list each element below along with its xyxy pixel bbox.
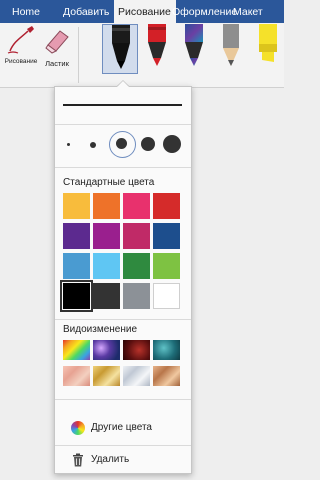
color-swatch[interactable] [153,253,180,279]
thickness-option[interactable] [141,137,155,151]
texture-ocean[interactable] [153,340,180,360]
draw-tool-label: Рисование [4,58,38,65]
thickness-preview-line [63,104,182,106]
color-swatch[interactable] [123,223,150,249]
color-swatch[interactable] [93,253,120,279]
tab-label: Home [12,6,41,18]
standard-colors-title: Стандартные цвета [63,177,155,188]
pencil-gray[interactable] [213,24,249,74]
texture-lava[interactable] [123,340,150,360]
highlighter-icon [259,24,277,62]
pen-black[interactable] [102,24,138,74]
pen-options-popup: Стандартные цвета Видоизменение Другие ц… [54,86,192,474]
thickness-option-selected[interactable] [116,138,127,149]
more-colors-button[interactable]: Другие цвета [55,417,191,441]
tab-insert[interactable]: Добавить [63,0,115,23]
tab-label: Рисование [118,6,171,18]
color-swatch[interactable] [63,223,90,249]
trash-icon [73,453,83,467]
ribbon-tab-bar: Home Добавить Рисование Оформление Макет [0,0,284,23]
pen-galaxy[interactable] [176,24,212,74]
pen-icon [185,24,203,66]
thickness-option[interactable] [163,135,181,153]
textures-title: Видоизменение [63,324,138,335]
highlighter-yellow[interactable] [250,24,286,74]
color-swatch[interactable] [123,253,150,279]
ribbon-separator [78,27,79,83]
more-colors-label: Другие цвета [91,422,152,433]
color-swatch[interactable] [63,193,90,219]
tab-design[interactable]: Оформление [172,0,238,23]
divider [55,399,191,400]
color-swatch[interactable] [153,283,180,309]
eraser-tool-button[interactable]: Ластик [38,23,76,87]
divider [55,319,191,320]
texture-rainbow[interactable] [63,340,90,360]
popup-arrow-fill [117,81,129,87]
delete-button[interactable]: Удалить [55,449,191,473]
texture-galaxy[interactable] [93,340,120,360]
divider [55,445,191,446]
color-swatch[interactable] [123,283,150,309]
texture-rose-gold[interactable] [63,366,90,386]
draw-tool-button[interactable]: Рисование [2,23,40,87]
ribbon: Рисование Ластик [0,23,284,88]
color-swatch[interactable] [153,193,180,219]
color-swatch[interactable] [123,193,150,219]
pen-icon [112,25,130,69]
texture-bronze[interactable] [153,366,180,386]
texture-silver[interactable] [123,366,150,386]
color-wheel-icon [71,421,85,435]
divider [55,124,191,125]
tab-draw[interactable]: Рисование [114,0,176,23]
color-swatch[interactable] [60,280,93,312]
tab-label: Макет [233,6,263,18]
eraser-tool-label: Ластик [45,59,69,68]
pen-icon [148,24,166,66]
tab-layout[interactable]: Макет [233,0,273,23]
color-swatch[interactable] [153,223,180,249]
texture-gold[interactable] [93,366,120,386]
color-swatch[interactable] [93,223,120,249]
thickness-option[interactable] [67,143,70,146]
thickness-option[interactable] [90,142,96,148]
color-swatch[interactable] [93,193,120,219]
pencil-icon [223,24,239,66]
pen-red[interactable] [139,24,175,74]
tab-home[interactable]: Home [12,0,40,23]
tab-label: Оформление [172,6,238,18]
divider [55,167,191,168]
tab-label: Добавить [63,6,110,18]
color-swatch[interactable] [63,253,90,279]
eraser-icon [45,30,69,54]
color-swatch[interactable] [93,283,120,309]
delete-label: Удалить [91,454,130,465]
draw-icon [7,26,34,54]
